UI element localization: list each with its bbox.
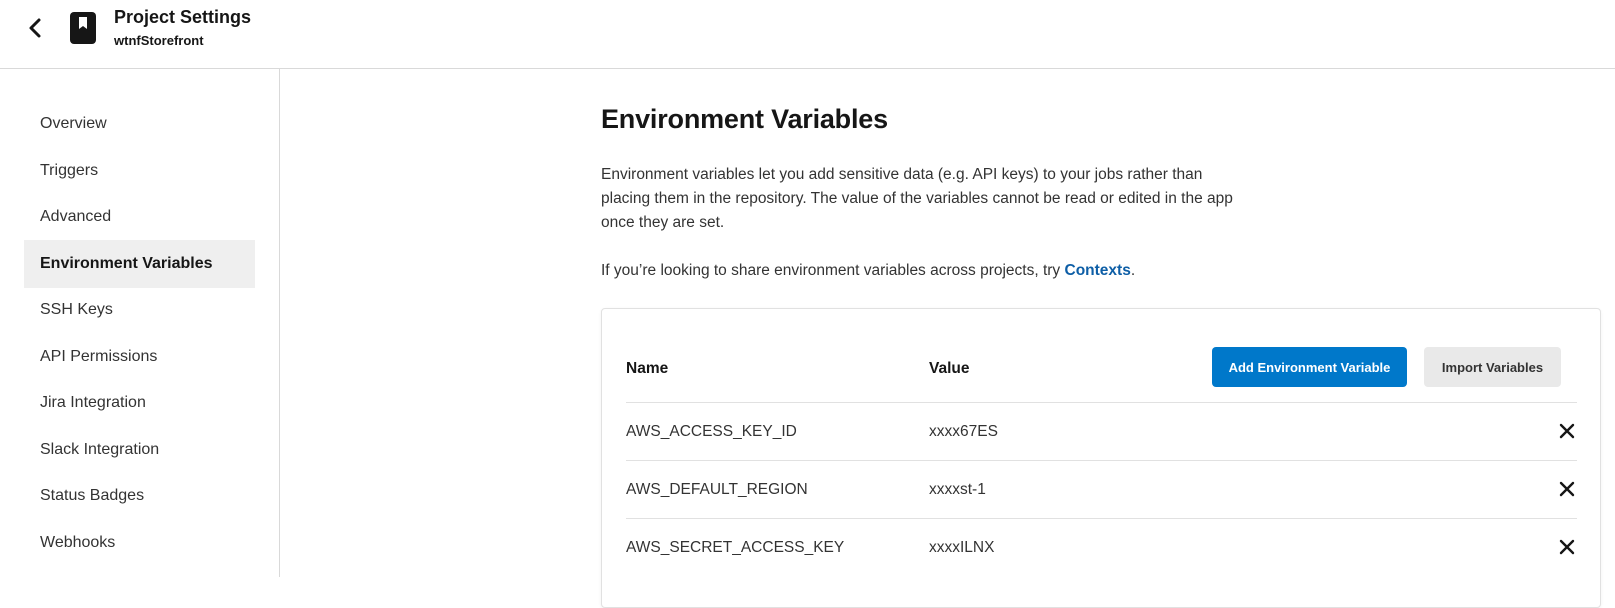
name-column-header: Name	[626, 360, 669, 377]
variable-name: AWS_SECRET_ACCESS_KEY	[626, 539, 845, 556]
variable-value: xxxxst-1	[929, 481, 986, 498]
variable-value: xxxxILNX	[929, 539, 995, 556]
back-arrow-icon[interactable]	[26, 16, 46, 40]
settings-sidebar: Overview Triggers Advanced Environment V…	[0, 69, 280, 577]
variable-value: xxxx67ES	[929, 423, 998, 440]
sidebar-item-environment-variables[interactable]: Environment Variables	[24, 240, 255, 288]
project-name: wtnfStorefront	[114, 33, 204, 48]
table-row: AWS_DEFAULT_REGION xxxxst-1	[626, 460, 1577, 518]
sidebar-item-webhooks[interactable]: Webhooks	[24, 519, 255, 567]
contexts-hint-suffix: .	[1130, 262, 1136, 279]
sidebar-item-jira-integration[interactable]: Jira Integration	[24, 379, 255, 427]
project-book-icon	[69, 11, 97, 45]
sidebar-item-api-permissions[interactable]: API Permissions	[24, 333, 255, 381]
delete-close-icon[interactable]	[1558, 422, 1576, 440]
delete-close-icon[interactable]	[1558, 538, 1576, 556]
variable-name: AWS_ACCESS_KEY_ID	[626, 423, 797, 440]
contexts-hint-text: If you’re looking to share environment v…	[601, 262, 1065, 279]
contexts-hint: If you’re looking to share environment v…	[601, 259, 1135, 283]
add-environment-variable-button[interactable]: Add Environment Variable	[1212, 347, 1407, 387]
import-variables-button[interactable]: Import Variables	[1424, 347, 1561, 387]
description-text: Environment variables let you add sensit…	[601, 166, 1233, 231]
page-header-title: Project Settings	[114, 7, 252, 27]
table-row: AWS_SECRET_ACCESS_KEY xxxxILNX	[626, 518, 1577, 576]
main-content: Environment Variables Environment variab…	[281, 69, 1615, 608]
page-title: Environment Variables	[601, 104, 888, 134]
env-vars-card: Name Value Add Environment Variable Impo…	[601, 308, 1601, 608]
sidebar-item-advanced[interactable]: Advanced	[24, 193, 255, 241]
value-column-header: Value	[929, 360, 970, 377]
sidebar-item-status-badges[interactable]: Status Badges	[24, 472, 255, 520]
top-header: Project Settings wtnfStorefront	[0, 0, 1615, 69]
contexts-link[interactable]: Contexts	[1065, 262, 1131, 279]
sidebar-item-ssh-keys[interactable]: SSH Keys	[24, 286, 255, 334]
sidebar-item-slack-integration[interactable]: Slack Integration	[24, 426, 255, 474]
sidebar-item-overview[interactable]: Overview	[24, 100, 255, 148]
sidebar-item-triggers[interactable]: Triggers	[24, 147, 255, 195]
delete-close-icon[interactable]	[1558, 480, 1576, 498]
variable-name: AWS_DEFAULT_REGION	[626, 481, 808, 498]
table-row: AWS_ACCESS_KEY_ID xxxx67ES	[626, 402, 1577, 460]
